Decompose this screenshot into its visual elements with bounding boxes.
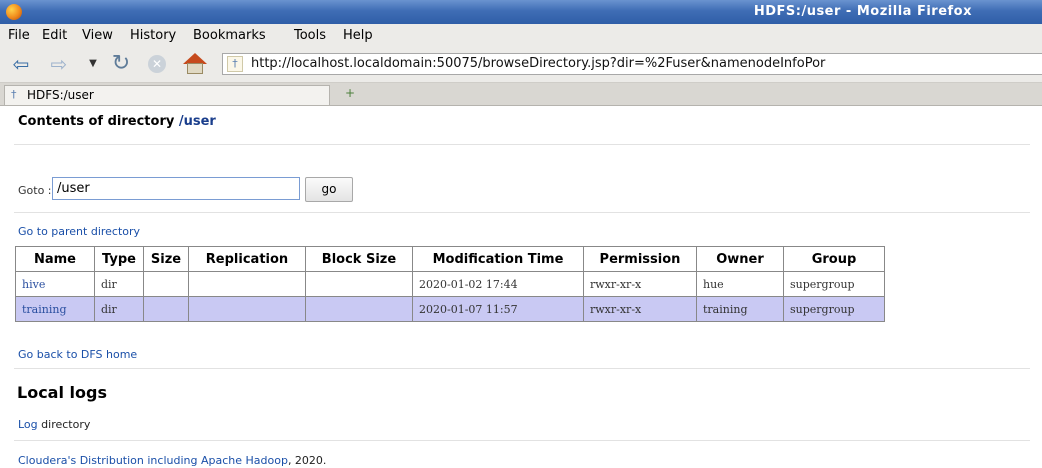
divider <box>14 440 1030 441</box>
column-header-block-size: Block Size <box>305 246 413 272</box>
navigation-toolbar: ⇦ ⇨ ▼ ↻ ✕ † http://localhost.localdomain… <box>0 46 1042 83</box>
log-link[interactable]: Log <box>18 418 38 431</box>
forward-arrow-icon[interactable]: ⇨ <box>46 52 72 76</box>
page-title-directory: /user <box>178 114 216 129</box>
log-directory-line: Log directory <box>18 418 90 431</box>
row-owner: hue <box>696 271 784 297</box>
page-content: Contents of directory /user Goto : go Go… <box>0 106 1042 468</box>
menu-history[interactable]: History <box>130 28 176 43</box>
goto-label: Goto : <box>18 184 52 197</box>
menu-edit[interactable]: Edit <box>42 28 67 43</box>
table-header-row: Name Type Size Replication Block Size Mo… <box>15 246 885 272</box>
column-header-owner: Owner <box>696 246 784 272</box>
window-title: HDFS:/user - Mozilla Firefox <box>753 4 972 19</box>
divider <box>14 212 1030 213</box>
row-modification-time: 2020-01-02 17:44 <box>412 271 584 297</box>
column-header-permission: Permission <box>583 246 697 272</box>
column-header-name: Name <box>15 246 95 272</box>
row-type: dir <box>94 271 144 297</box>
row-replication <box>188 296 306 322</box>
column-header-modification-time: Modification Time <box>412 246 584 272</box>
row-group: supergroup <box>783 296 885 322</box>
menu-help[interactable]: Help <box>343 28 373 43</box>
tab-label: HDFS:/user <box>27 88 94 102</box>
window-titlebar: HDFS:/user - Mozilla Firefox <box>0 0 1042 24</box>
url-text: http://localhost.localdomain:50075/brows… <box>251 56 826 71</box>
table-row: training dir 2020-01-07 11:57 rwxr-xr-x … <box>15 296 885 322</box>
tab-hdfs-user[interactable]: † HDFS:/user <box>4 85 330 105</box>
row-block-size <box>305 271 413 297</box>
footer-text: , 2020. <box>287 454 327 467</box>
row-size <box>143 271 189 297</box>
firefox-icon <box>6 4 22 20</box>
dfs-home-link[interactable]: Go back to DFS home <box>18 348 137 361</box>
back-arrow-icon[interactable]: ⇦ <box>8 52 34 76</box>
table-row: hive dir 2020-01-02 17:44 rwxr-xr-x hue … <box>15 271 885 297</box>
footer: Cloudera's Distribution including Apache… <box>18 454 326 467</box>
directory-table: Name Type Size Replication Block Size Mo… <box>15 246 885 322</box>
menu-view[interactable]: View <box>82 28 113 43</box>
column-header-group: Group <box>783 246 885 272</box>
row-replication <box>188 271 306 297</box>
menu-tools[interactable]: Tools <box>294 28 326 43</box>
divider <box>14 368 1030 369</box>
local-logs-heading: Local logs <box>17 383 107 402</box>
row-owner: training <box>696 296 784 322</box>
row-modification-time: 2020-01-07 11:57 <box>412 296 584 322</box>
column-header-replication: Replication <box>188 246 306 272</box>
row-name-link[interactable]: training <box>15 296 95 322</box>
log-directory-text: directory <box>37 418 91 431</box>
menu-bar: File Edit View History Bookmarks Tools H… <box>0 24 1042 47</box>
history-dropdown-icon[interactable]: ▼ <box>86 52 100 76</box>
home-icon[interactable] <box>180 52 210 76</box>
row-name-link[interactable]: hive <box>15 271 95 297</box>
new-tab-icon[interactable]: + <box>345 86 355 100</box>
row-permission: rwxr-xr-x <box>583 296 697 322</box>
url-bar[interactable]: † http://localhost.localdomain:50075/bro… <box>222 53 1042 75</box>
reload-icon[interactable]: ↻ <box>108 52 134 76</box>
row-group: supergroup <box>783 271 885 297</box>
tab-page-icon: † <box>11 88 17 101</box>
column-header-size: Size <box>143 246 189 272</box>
menu-file[interactable]: File <box>8 28 30 43</box>
cloudera-link[interactable]: Cloudera's Distribution including Apache… <box>18 454 288 467</box>
menu-bookmarks[interactable]: Bookmarks <box>193 28 266 43</box>
divider <box>14 144 1030 145</box>
home-wall <box>187 63 203 74</box>
row-permission: rwxr-xr-x <box>583 271 697 297</box>
goto-input[interactable] <box>52 177 300 200</box>
row-size <box>143 296 189 322</box>
parent-directory-link[interactable]: Go to parent directory <box>18 225 140 238</box>
page-title-prefix: Contents of directory <box>18 114 179 129</box>
row-type: dir <box>94 296 144 322</box>
go-button[interactable]: go <box>305 177 353 202</box>
column-header-type: Type <box>94 246 144 272</box>
page-title: Contents of directory /user <box>18 114 216 129</box>
site-page-icon: † <box>227 56 243 72</box>
row-block-size <box>305 296 413 322</box>
tab-bar: † HDFS:/user + <box>0 83 1042 106</box>
stop-icon[interactable]: ✕ <box>148 55 166 73</box>
